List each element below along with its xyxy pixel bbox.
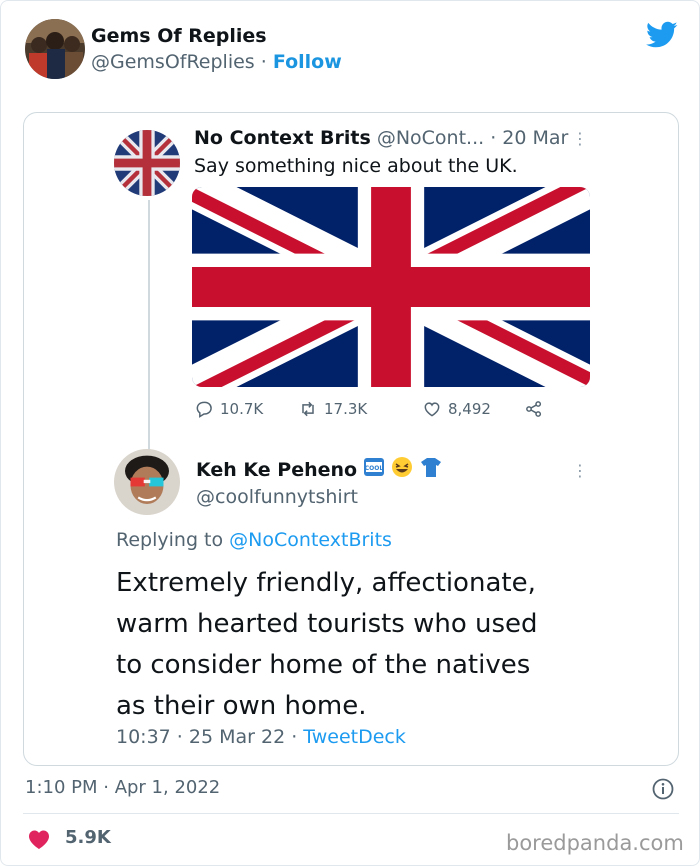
replying-to: Replying to @NoContextBrits: [116, 529, 392, 551]
like-action: 8,492: [422, 399, 491, 419]
more-icon: ⋮: [572, 129, 588, 148]
twitter-bird-icon[interactable]: [646, 21, 678, 49]
like-count-quoted: 8,492: [448, 400, 491, 418]
quoted-tweet-text: Say something nice about the UK.: [194, 155, 518, 177]
share-icon: [526, 401, 542, 417]
heart-icon[interactable]: [27, 828, 51, 850]
tweet-timestamp[interactable]: 1:10 PM · Apr 1, 2022: [25, 777, 220, 798]
retweet-count: 17.3K: [324, 400, 368, 418]
reply-author-handle: @coolfunnytshirt: [196, 486, 358, 508]
quoted-author-name: No Context Brits: [194, 127, 371, 149]
tshirt-icon: [419, 456, 443, 483]
reply-avatar: [114, 449, 180, 515]
reply-tweet-text: Extremely friendly, affectionate, warm h…: [116, 563, 538, 727]
quoted-thread: No Context Brits @NoCont... · 20 Mar ⋮ S…: [24, 113, 678, 765]
watermark: boredpanda.com: [506, 831, 684, 855]
replying-prefix: Replying to: [116, 529, 224, 551]
union-jack-image: [192, 187, 590, 387]
reply-text-line: warm hearted tourists who used: [116, 609, 538, 639]
reply-meta: 10:37 · 25 Mar 22 · TweetDeck: [116, 726, 406, 748]
reply-icon: [196, 401, 212, 418]
reply-text-line: Extremely friendly, affectionate,: [116, 568, 536, 598]
more-icon: ⋮: [572, 461, 588, 480]
cool-badge-text: COOL: [365, 465, 384, 472]
separator-dot: ·: [260, 51, 267, 73]
replying-handle-link: @NoContextBrits: [229, 529, 392, 551]
laughing-face-icon: [391, 456, 413, 483]
quoted-author-handle: @NoCont...: [376, 127, 485, 149]
like-count[interactable]: 5.9K: [65, 827, 111, 848]
follow-button[interactable]: Follow: [273, 51, 342, 73]
quoted-date: · 20 Mar: [490, 127, 569, 149]
author-name[interactable]: Gems Of Replies: [91, 25, 267, 47]
reply-author-name-row: Keh Ke Peheno COOL: [196, 456, 443, 483]
heart-outline-icon: [424, 402, 440, 417]
footer-divider: [23, 813, 679, 814]
tweet-card: Gems Of Replies @GemsOfReplies · Follow: [0, 0, 700, 866]
retweet-icon: [302, 401, 314, 417]
reply-author-name: Keh Ke Peheno: [196, 458, 358, 481]
reply-time: 10:37 · 25 Mar 22 ·: [116, 726, 298, 748]
reply-source: TweetDeck: [303, 726, 406, 748]
info-icon[interactable]: [651, 777, 675, 801]
quoted-avatar: [114, 130, 180, 196]
author-handle-row: @GemsOfReplies · Follow: [91, 51, 342, 73]
author-avatar[interactable]: [25, 19, 85, 79]
embedded-image[interactable]: No Context Brits @NoCont... · 20 Mar ⋮ S…: [23, 112, 679, 766]
reply-count: 10.7K: [220, 400, 264, 418]
quoted-header: No Context Brits @NoCont... · 20 Mar: [194, 127, 568, 149]
reply-text-line: to consider home of the natives: [116, 650, 531, 680]
reply-text-line: as their own home.: [116, 691, 367, 721]
author-handle[interactable]: @GemsOfReplies: [91, 51, 255, 73]
share-action: [524, 399, 544, 419]
thread-connector-line: [148, 200, 150, 450]
cool-badge-icon: COOL: [363, 456, 385, 483]
reply-action: 10.7K: [194, 399, 263, 419]
retweet-action: 17.3K: [298, 399, 367, 419]
